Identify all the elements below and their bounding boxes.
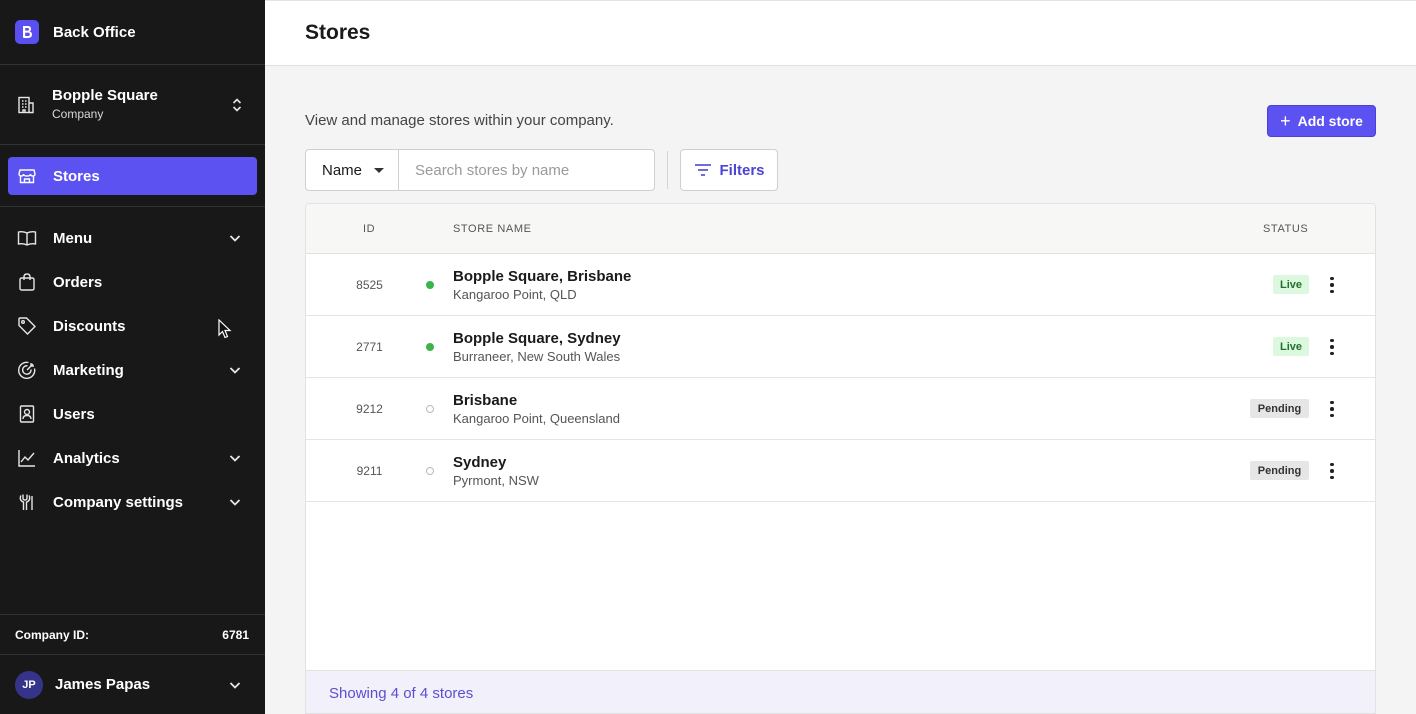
user-menu[interactable]: JP James Papas: [0, 655, 265, 714]
user-badge-icon: [17, 404, 37, 424]
sidebar-item-users[interactable]: Users: [0, 392, 265, 436]
sidebar-item-menu[interactable]: Menu: [0, 216, 265, 260]
store-location: Pyrmont, NSW: [453, 473, 539, 488]
column-header-name: STORE NAME: [453, 223, 532, 235]
avatar: JP: [15, 670, 43, 699]
store-id: 8525: [356, 278, 383, 292]
sidebar-item-analytics[interactable]: Analytics: [0, 436, 265, 480]
more-options-icon[interactable]: [1322, 399, 1342, 419]
brand[interactable]: Back Office: [0, 0, 265, 65]
status-badge: Live: [1273, 275, 1309, 294]
sidebar-item-label: Discounts: [53, 317, 126, 335]
status-badge: Pending: [1250, 461, 1309, 480]
store-icon: [17, 166, 37, 186]
chart-line-icon: [17, 448, 37, 468]
sidebar-item-orders[interactable]: Orders: [0, 260, 265, 304]
table-footer: Showing 4 of 4 stores: [306, 670, 1375, 713]
filters-label: Filters: [719, 161, 765, 179]
divider: [667, 151, 668, 189]
add-store-label: Add store: [1297, 113, 1363, 129]
sidebar-item-label: Users: [53, 405, 95, 423]
column-header-id: ID: [363, 223, 376, 235]
user-name: James Papas: [55, 676, 151, 693]
sidebar-item-stores[interactable]: Stores: [8, 157, 257, 195]
page-header: Stores: [265, 0, 1416, 66]
sidebar-item-label: Orders: [53, 273, 103, 291]
sidebar-item-label: Menu: [53, 229, 93, 247]
sidebar-item-marketing[interactable]: Marketing: [0, 348, 265, 392]
company-name: Bopple Square: [52, 87, 158, 104]
company-subtitle: Company: [52, 107, 104, 121]
chevron-down-icon: [225, 228, 245, 248]
sidebar: Back Office Bopple Square Company Stores…: [0, 0, 265, 714]
brand-logo-icon: [15, 20, 39, 44]
book-icon: [17, 228, 37, 248]
search-field-value: Name: [322, 161, 363, 179]
caret-down-icon: [374, 167, 385, 173]
search-group: Name: [305, 149, 655, 191]
table-row[interactable]: 2771 Bopple Square, Sydney Burraneer, Ne…: [306, 316, 1375, 378]
company-id-value: 6781: [222, 627, 249, 642]
sidebar-item-label: Stores: [53, 167, 100, 185]
plus-icon: +: [1280, 111, 1291, 131]
building-icon: [16, 95, 36, 115]
status-badge: Live: [1273, 337, 1309, 356]
target-icon: [17, 360, 37, 380]
status-badge: Pending: [1250, 399, 1309, 418]
table-row[interactable]: 9212 Brisbane Kangaroo Point, Queensland…: [306, 378, 1375, 440]
brand-title: Back Office: [53, 23, 136, 41]
filter-icon: [693, 160, 713, 180]
store-name[interactable]: Brisbane: [453, 391, 620, 410]
search-field-select[interactable]: Name: [306, 150, 399, 190]
wrench-icon: [17, 492, 37, 512]
table-row[interactable]: 8525 Bopple Square, Brisbane Kangaroo Po…: [306, 254, 1375, 316]
store-id: 9211: [356, 464, 383, 478]
table-header: ID STORE NAME STATUS: [306, 204, 1375, 254]
store-location: Kangaroo Point, Queensland: [453, 411, 620, 426]
chevron-down-icon: [225, 675, 245, 695]
chevron-down-icon: [225, 360, 245, 380]
filters-button[interactable]: Filters: [680, 149, 778, 191]
chevron-up-down-icon: [227, 95, 247, 115]
add-store-button[interactable]: + Add store: [1267, 105, 1376, 137]
table-row[interactable]: 9211 Sydney Pyrmont, NSW Pending: [306, 440, 1375, 502]
column-header-status: STATUS: [1263, 223, 1309, 235]
company-id-row: Company ID: 6781: [0, 614, 265, 655]
chevron-down-icon: [225, 492, 245, 512]
store-name[interactable]: Bopple Square, Sydney: [453, 329, 621, 348]
status-dot: [426, 343, 434, 351]
sidebar-item-label: Company settings: [53, 493, 184, 511]
bag-icon: [17, 272, 37, 292]
page-description: View and manage stores within your compa…: [305, 112, 614, 129]
company-id-label: Company ID:: [15, 627, 90, 642]
more-options-icon[interactable]: [1322, 337, 1342, 357]
store-location: Burraneer, New South Wales: [453, 349, 621, 364]
status-dot: [426, 281, 434, 289]
status-dot: [426, 405, 434, 413]
store-name[interactable]: Sydney: [453, 453, 539, 472]
chevron-down-icon: [225, 448, 245, 468]
page-title: Stores: [305, 21, 371, 44]
search-input[interactable]: [399, 150, 654, 190]
tag-icon: [17, 316, 37, 336]
store-location: Kangaroo Point, QLD: [453, 287, 577, 302]
more-options-icon[interactable]: [1322, 461, 1342, 481]
stores-table: ID STORE NAME STATUS 8525 Bopple Square,…: [305, 203, 1376, 714]
sidebar-item-label: Marketing: [53, 361, 124, 379]
company-switcher[interactable]: Bopple Square Company: [0, 65, 265, 145]
sidebar-item-label: Analytics: [53, 449, 120, 467]
store-id: 2771: [356, 340, 383, 354]
more-options-icon[interactable]: [1322, 275, 1342, 295]
mouse-cursor-icon: [218, 318, 232, 344]
status-dot: [426, 467, 434, 475]
store-id: 9212: [356, 402, 383, 416]
store-name[interactable]: Bopple Square, Brisbane: [453, 267, 631, 286]
sidebar-item-company-settings[interactable]: Company settings: [0, 480, 265, 524]
